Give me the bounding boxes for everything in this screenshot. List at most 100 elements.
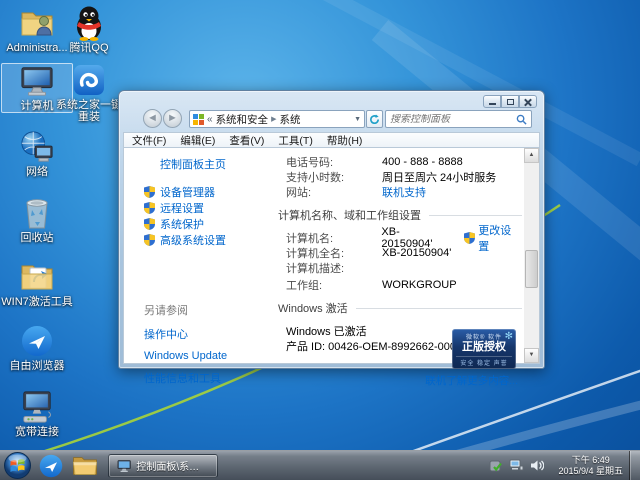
search-input[interactable] — [390, 114, 516, 125]
explorer-folder-icon — [72, 455, 98, 477]
browser-icon — [39, 454, 63, 478]
learn-more-online-link[interactable]: 联机了解更多内容... — [425, 373, 518, 388]
genuine-software-badge: ✻ 微软® 软件 正版授权 安全 稳定 声誉 — [452, 329, 516, 369]
sidebar: 控制面板主页 设备管理器 远程设置 系统保护 高级系统设置 另请参阅 操作中心 … — [124, 148, 272, 363]
taskbar-browser-button[interactable] — [34, 452, 68, 480]
back-button[interactable]: ◄ — [143, 109, 162, 128]
row-label: 网站: — [286, 184, 382, 200]
address-bar[interactable]: « 系统和安全 ▶ 系统 ▼ — [189, 110, 365, 128]
close-button[interactable] — [519, 95, 537, 108]
minimize-button[interactable] — [483, 95, 501, 108]
title-bar[interactable] — [119, 91, 544, 108]
control-panel-icon — [193, 114, 204, 125]
desktop-icon-label: 回收站 — [1, 232, 73, 244]
sidebar-item-label: 远程设置 — [160, 200, 204, 216]
clock-time: 下午 6:49 — [558, 455, 623, 466]
refresh-icon — [369, 114, 380, 125]
row-label: 计算机描述: — [286, 260, 382, 276]
breadcrumb-separator-icon: ▶ — [271, 115, 276, 123]
system-window: ◄ ► « 系统和安全 ▶ 系统 ▼ 文件(F) 编辑(E) 查看(V) 工具(… — [118, 90, 545, 369]
start-button[interactable] — [0, 452, 34, 480]
navigation-bar: ◄ ► « 系统和安全 ▶ 系统 ▼ — [119, 108, 544, 130]
system-task-icon — [117, 459, 131, 473]
computer-description-row: 计算机描述: — [286, 260, 522, 275]
uac-shield-icon — [464, 232, 475, 244]
sidebar-item-performance-tools[interactable]: 性能信息和工具 — [144, 370, 272, 386]
row-label: 计算机全名: — [286, 245, 382, 261]
sidebar-item-action-center[interactable]: 操作中心 — [144, 326, 272, 342]
menu-tools[interactable]: 工具(T) — [278, 133, 312, 148]
sidebar-item-home[interactable]: 控制面板主页 — [160, 156, 272, 172]
network-icon — [20, 130, 54, 164]
vertical-scrollbar[interactable]: ▲ ▼ — [524, 148, 539, 363]
menu-help[interactable]: 帮助(H) — [327, 133, 363, 148]
activation-status: Windows 已激活 — [286, 323, 367, 339]
search-icon[interactable] — [516, 114, 527, 125]
window-client-area: 控制面板主页 设备管理器 远程设置 系统保护 高级系统设置 另请参阅 操作中心 … — [123, 147, 540, 364]
sidebar-item-windows-update[interactable]: Windows Update — [144, 350, 272, 362]
badge-title: 正版授权 — [452, 341, 516, 354]
desktop-icon-network[interactable]: 网络 — [1, 130, 73, 178]
desktop-icon-broadband[interactable]: 宽带连接 — [1, 390, 73, 438]
broadband-icon — [20, 390, 54, 424]
desktop-icon-qq[interactable]: 腾讯QQ — [53, 6, 125, 54]
breadcrumb-crumb-security[interactable]: 系统和安全 — [216, 112, 269, 127]
browser-icon — [20, 324, 54, 358]
tray-volume-icon[interactable] — [530, 459, 544, 472]
caption-buttons — [483, 95, 537, 108]
row-label: 计算机名: — [286, 230, 381, 246]
desktop-icon-win7-activation[interactable]: WIN7激活工具 — [1, 260, 73, 308]
menu-view[interactable]: 查看(V) — [229, 133, 264, 148]
scroll-down-button[interactable]: ▼ — [524, 348, 539, 363]
show-desktop-button[interactable] — [629, 451, 640, 480]
desktop-icon-label: WIN7激活工具 — [1, 296, 73, 308]
desktop-icon-label: 腾讯QQ — [53, 42, 125, 54]
row-label: 工作组: — [286, 277, 382, 293]
desktop-icon-recycle-bin[interactable]: 回收站 — [1, 196, 73, 244]
badge-bottom-text: 安全 稳定 声誉 — [456, 356, 512, 367]
sidebar-item-advanced-settings[interactable]: 高级系统设置 — [144, 234, 272, 246]
desktop-icon-browser[interactable]: 自由浏览器 — [1, 324, 73, 372]
row-value: WORKGROUP — [382, 279, 457, 291]
taskbar-active-task[interactable]: 控制面板\系统和... — [108, 454, 218, 478]
task-label: 控制面板\系统和... — [136, 458, 209, 473]
scrollbar-thumb[interactable] — [525, 250, 538, 288]
desktop-icon-syshome[interactable]: 系统之家一键重装 — [53, 63, 125, 123]
windows-activation-section-header: Windows 激活 — [278, 300, 522, 316]
online-support-link[interactable]: 联机支持 — [382, 184, 426, 200]
forward-button[interactable]: ► — [163, 109, 182, 128]
change-settings-link[interactable]: 更改设置 — [478, 222, 522, 254]
menu-bar: 文件(F) 编辑(E) 查看(V) 工具(T) 帮助(H) — [123, 132, 540, 147]
user-folder-icon — [20, 6, 54, 40]
desktop-icon-label: 宽带连接 — [1, 426, 73, 438]
sidebar-item-remote-settings[interactable]: 远程设置 — [144, 202, 272, 214]
syshome-icon — [72, 63, 106, 97]
minimize-icon — [489, 103, 496, 105]
breadcrumb-crumb-system[interactable]: 系统 — [279, 112, 300, 127]
taskbar: 控制面板\系统和... 下午 6:49 2015/9/4 星期五 — [0, 450, 640, 480]
breadcrumb-overflow-chevron[interactable]: « — [207, 114, 213, 125]
row-value: 周日至周六 24小时服务 — [382, 169, 496, 185]
row-value: 400 - 888 - 8888 — [382, 156, 463, 168]
taskbar-clock[interactable]: 下午 6:49 2015/9/4 星期五 — [558, 455, 623, 477]
uac-shield-icon — [144, 202, 155, 214]
maximize-button[interactable] — [501, 95, 519, 108]
menu-edit[interactable]: 编辑(E) — [180, 133, 215, 148]
sidebar-item-device-manager[interactable]: 设备管理器 — [144, 186, 272, 198]
main-content: 电话号码: 400 - 888 - 8888 支持小时数: 周日至周六 24小时… — [272, 148, 524, 363]
address-dropdown-icon[interactable]: ▼ — [354, 116, 361, 123]
row-label: 支持小时数: — [286, 169, 382, 185]
uac-shield-icon — [144, 234, 155, 246]
tray-status-icon[interactable] — [489, 459, 503, 473]
taskbar-explorer-button[interactable] — [68, 452, 102, 480]
scroll-up-button[interactable]: ▲ — [524, 148, 539, 163]
tray-network-icon[interactable] — [509, 459, 524, 472]
search-box — [385, 110, 532, 128]
desktop-icon-label: 网络 — [1, 166, 73, 178]
computer-name-row: 计算机名: XB-20150904' 更改设置 — [286, 230, 522, 245]
row-value: XB-20150904' — [382, 247, 451, 259]
menu-file[interactable]: 文件(F) — [132, 133, 166, 148]
sidebar-item-system-protection[interactable]: 系统保护 — [144, 218, 272, 230]
refresh-button[interactable] — [366, 110, 383, 128]
system-tray — [489, 459, 550, 473]
